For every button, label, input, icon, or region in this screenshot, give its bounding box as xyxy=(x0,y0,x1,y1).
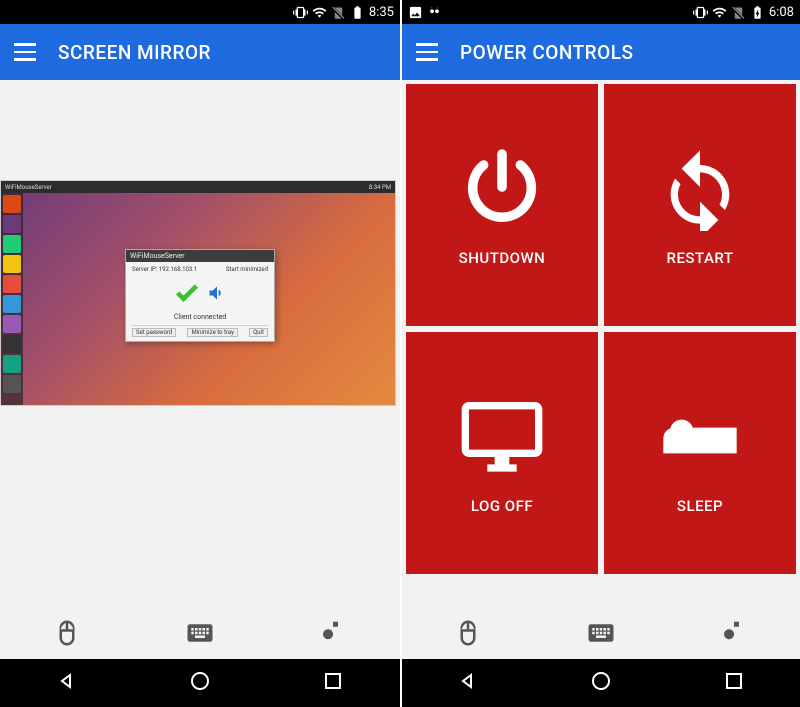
music-tab[interactable] xyxy=(667,607,800,659)
page-title: SCREEN MIRROR xyxy=(58,41,211,64)
quit-button[interactable]: Quit xyxy=(249,328,268,337)
back-icon xyxy=(456,669,480,693)
power-icon xyxy=(458,143,546,231)
home-button[interactable] xyxy=(559,659,643,707)
music-note-icon xyxy=(719,618,749,648)
tile-label: RESTART xyxy=(667,249,734,267)
power-content: SHUTDOWN RESTART LOG OFF SLEEP xyxy=(402,80,800,607)
music-tab[interactable] xyxy=(267,607,400,659)
keyboard-tab[interactable] xyxy=(133,607,266,659)
status-time: 6:08 xyxy=(769,5,794,20)
desktop-clock: 8:34 PM xyxy=(369,184,391,191)
home-button[interactable] xyxy=(158,659,242,707)
mouse-icon xyxy=(52,618,82,648)
shutdown-tile[interactable]: SHUTDOWN xyxy=(406,84,598,326)
keyboard-icon xyxy=(185,618,215,648)
wifi-icon xyxy=(712,5,727,20)
home-icon xyxy=(188,669,212,693)
restart-icon xyxy=(656,143,744,231)
back-button[interactable] xyxy=(426,659,510,707)
music-note-icon xyxy=(318,618,348,648)
minimize-button[interactable]: Minimize to tray xyxy=(187,328,238,337)
sleep-icon xyxy=(656,391,744,479)
speaker-icon xyxy=(207,283,227,303)
bottom-tab-bar xyxy=(402,607,800,659)
cyanogen-icon xyxy=(427,5,442,20)
phone-power-controls: 6:08 POWER CONTROLS SHUTDOWN RESTART LOG… xyxy=(400,0,800,707)
bottom-tab-bar xyxy=(0,607,400,659)
recents-button[interactable] xyxy=(692,659,776,707)
android-nav-bar xyxy=(0,659,400,707)
no-sim-icon xyxy=(331,5,346,20)
mouse-icon xyxy=(453,618,483,648)
checkmark-icon xyxy=(173,279,201,307)
logoff-tile[interactable]: LOG OFF xyxy=(406,332,598,574)
back-icon xyxy=(55,669,79,693)
status-bar: 6:08 xyxy=(402,0,800,24)
home-icon xyxy=(589,669,613,693)
tile-label: LOG OFF xyxy=(471,497,533,515)
app-bar: POWER CONTROLS xyxy=(402,24,800,80)
back-button[interactable] xyxy=(25,659,109,707)
desktop-app-name: WiFiMouseServer xyxy=(5,184,52,191)
tile-label: SHUTDOWN xyxy=(459,249,546,267)
server-ip: Server IP: 192.168.103.1 xyxy=(132,266,197,273)
menu-button[interactable] xyxy=(416,43,438,61)
mouse-tab[interactable] xyxy=(402,607,535,659)
monitor-icon xyxy=(458,391,546,479)
mouse-tab[interactable] xyxy=(0,607,133,659)
recents-icon xyxy=(722,669,746,693)
vibrate-icon xyxy=(293,5,308,20)
ubuntu-launcher xyxy=(1,193,23,405)
app-bar: SCREEN MIRROR xyxy=(0,24,400,80)
recents-button[interactable] xyxy=(291,659,375,707)
set-password-button[interactable]: Set password xyxy=(132,328,176,337)
page-title: POWER CONTROLS xyxy=(460,41,633,64)
recents-icon xyxy=(321,669,345,693)
battery-charging-icon xyxy=(750,5,765,20)
android-nav-bar xyxy=(402,659,800,707)
no-sim-icon xyxy=(731,5,746,20)
keyboard-icon xyxy=(586,618,616,648)
battery-icon xyxy=(350,5,365,20)
mirror-content: WiFiMouseServer 8:34 PM WiFiMouseS xyxy=(0,80,400,607)
sleep-tile[interactable]: SLEEP xyxy=(604,332,796,574)
menu-button[interactable] xyxy=(14,43,36,61)
image-notif-icon xyxy=(408,5,423,20)
vibrate-icon xyxy=(693,5,708,20)
wifi-icon xyxy=(312,5,327,20)
status-bar: 8:35 xyxy=(0,0,400,24)
start-minimized-label: Start minimized xyxy=(226,266,268,273)
status-time: 8:35 xyxy=(369,5,394,20)
dialog-title: WiFiMouseServer xyxy=(126,250,274,262)
phone-screen-mirror: 8:35 SCREEN MIRROR WiFiMouseServer 8:34 … xyxy=(0,0,400,707)
restart-tile[interactable]: RESTART xyxy=(604,84,796,326)
mirrored-desktop[interactable]: WiFiMouseServer 8:34 PM WiFiMouseS xyxy=(0,180,396,406)
server-dialog: WiFiMouseServer Server IP: 192.168.103.1… xyxy=(125,249,275,342)
keyboard-tab[interactable] xyxy=(535,607,668,659)
tile-label: SLEEP xyxy=(677,497,723,515)
connection-status: Client connected xyxy=(174,313,226,321)
